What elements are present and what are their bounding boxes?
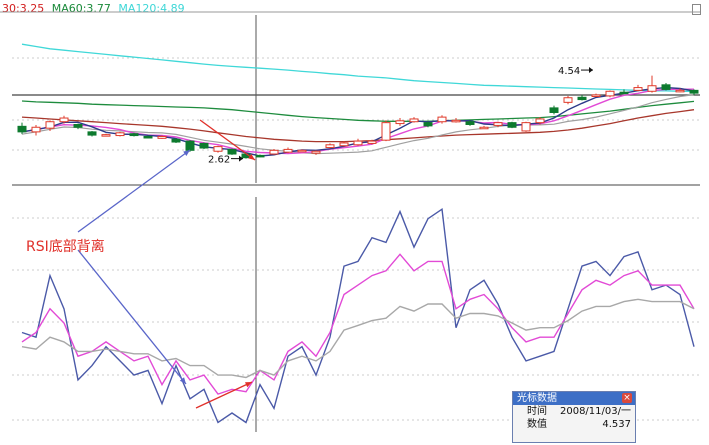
candle-body	[549, 107, 559, 113]
candle-body	[143, 135, 153, 139]
ma-line-ma30	[21, 109, 695, 143]
candle-body	[633, 87, 643, 91]
candle-body	[479, 126, 489, 130]
candle-body	[45, 121, 55, 129]
candle-body	[577, 96, 587, 101]
candle-body	[409, 118, 419, 123]
candle-body	[661, 84, 671, 90]
candle-body	[465, 121, 475, 125]
cursor-data-popup: 光标数据 × 时间 2008/11/03/一 数值 4.537	[512, 391, 636, 443]
candle-body	[395, 120, 405, 125]
candle-body	[59, 117, 69, 123]
ma-line-ma120	[21, 43, 694, 92]
candle-body	[269, 149, 279, 155]
candle-body	[605, 90, 615, 97]
popup-title-bar: 光标数据 ×	[513, 392, 635, 405]
popup-time-value: 2008/11/03/一	[559, 406, 631, 417]
candle-body	[255, 154, 265, 158]
close-icon[interactable]: ×	[622, 393, 632, 403]
candle-body	[17, 125, 27, 133]
candle-body	[185, 140, 195, 151]
rsi-trend-arrow	[195, 381, 253, 409]
candle-body	[423, 122, 433, 127]
candle-body	[535, 118, 545, 124]
candle-body	[339, 142, 349, 147]
candle-body	[619, 91, 629, 95]
candle-body	[353, 140, 363, 146]
candle-body	[101, 134, 111, 137]
candle-body	[507, 122, 517, 128]
rsi-line-rsi2	[21, 253, 695, 395]
divergence-arrow-price	[77, 149, 191, 233]
ma-line-ma60	[21, 100, 695, 122]
candle-body	[563, 97, 573, 103]
candle-body	[73, 123, 83, 128]
candle-body	[157, 135, 167, 139]
candle-body	[591, 94, 601, 97]
popup-time-label: 时间	[527, 406, 547, 417]
candle-body	[115, 132, 125, 137]
price-label: 4.54	[558, 66, 580, 77]
candle-body	[325, 144, 335, 149]
candle-body	[283, 148, 293, 153]
candle-body	[493, 122, 503, 126]
candle-body	[129, 133, 139, 137]
candle-body	[675, 89, 685, 93]
candle-body	[31, 126, 41, 133]
popup-value-label: 数值	[527, 419, 547, 430]
price-label: 2.62	[208, 155, 230, 166]
stock-chart[interactable]: 2.62 4.54	[0, 0, 709, 445]
popup-title: 光标数据	[517, 393, 557, 404]
candle-body	[213, 146, 223, 152]
candle-body	[381, 122, 391, 141]
price-label-arrowhead	[589, 67, 593, 74]
candle-body	[227, 148, 237, 155]
candle-body	[87, 131, 97, 136]
popup-row-time: 时间 2008/11/03/一	[513, 405, 635, 418]
candle-body	[171, 138, 181, 143]
candle-body	[297, 149, 307, 153]
candle-body	[311, 150, 321, 154]
popup-value-value: 4.537	[602, 419, 631, 430]
candle-body	[521, 122, 531, 132]
candle-body	[199, 142, 209, 149]
candle-body	[451, 119, 461, 123]
rsi-line-rsi3	[21, 298, 695, 379]
candle-body	[689, 89, 699, 94]
candle-body	[437, 116, 447, 123]
divergence-arrow-price-head	[183, 150, 190, 157]
candle-body	[367, 140, 377, 144]
divergence-annotation: RSI底部背离	[26, 239, 105, 255]
candle-body	[647, 85, 657, 92]
popup-row-value: 数值 4.537	[513, 418, 635, 431]
